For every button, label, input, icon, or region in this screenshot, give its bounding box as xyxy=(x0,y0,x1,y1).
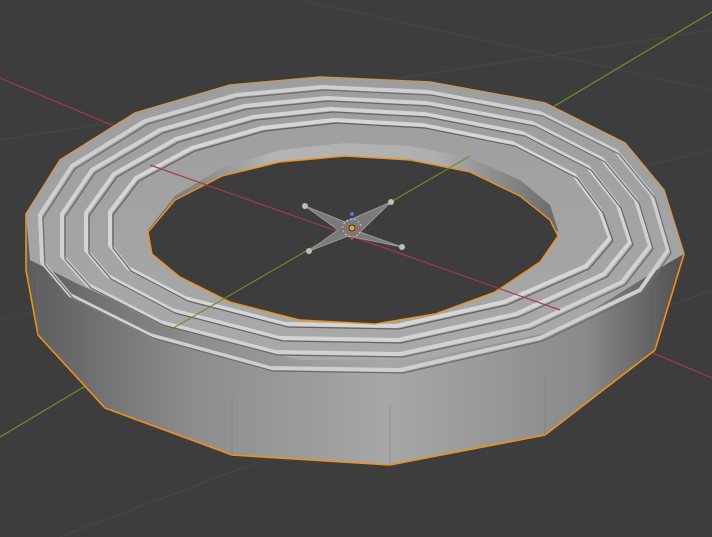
3d-viewport[interactable] xyxy=(0,0,712,537)
ring-mesh[interactable] xyxy=(25,76,685,466)
object-origin-dot[interactable] xyxy=(348,224,356,232)
